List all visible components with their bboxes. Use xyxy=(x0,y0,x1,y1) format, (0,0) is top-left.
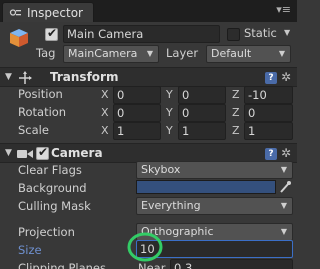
transform-icon xyxy=(19,71,32,84)
panel-menu-icon[interactable]: ▾≡ xyxy=(276,3,291,16)
layer-label: Layer xyxy=(166,46,199,60)
x-axis-label[interactable]: X xyxy=(101,88,109,101)
help-book-icon[interactable]: ? xyxy=(265,72,277,84)
tab-bar: Inspector ▾≡ xyxy=(0,0,297,22)
tag-dropdown[interactable]: MainCamera ▼ xyxy=(63,45,159,63)
y-axis-label[interactable]: Y xyxy=(166,124,173,137)
position-x-field[interactable]: 0 xyxy=(113,86,161,104)
z-axis-label[interactable]: Z xyxy=(232,124,240,137)
eyedropper-icon[interactable] xyxy=(278,180,292,194)
background-color-swatch[interactable] xyxy=(136,180,276,194)
static-checkbox[interactable] xyxy=(227,28,240,41)
transform-title: Transform xyxy=(50,70,119,84)
x-axis-label[interactable]: X xyxy=(101,124,109,137)
x-axis-label[interactable]: X xyxy=(101,106,109,119)
scale-y-field[interactable]: 1 xyxy=(178,122,226,140)
y-axis-label[interactable]: Y xyxy=(166,88,173,101)
chevron-down-icon: ▼ xyxy=(278,49,285,58)
z-axis-label[interactable]: Z xyxy=(232,106,240,119)
inspector-icon xyxy=(9,9,21,16)
tag-value: MainCamera xyxy=(68,47,138,60)
foldout-arrow-icon[interactable]: ▼ xyxy=(5,148,12,158)
near-label: Near xyxy=(138,261,166,269)
position-label: Position xyxy=(18,87,63,101)
tab-title: Inspector xyxy=(27,6,83,20)
size-label: Size xyxy=(18,243,42,257)
culling-mask-label: Culling Mask xyxy=(18,199,91,213)
z-axis-label[interactable]: Z xyxy=(232,88,240,101)
rotation-z-field[interactable]: 0 xyxy=(244,104,293,122)
projection-label: Projection xyxy=(18,225,75,239)
tab-inspector[interactable]: Inspector xyxy=(2,2,94,22)
chevron-down-icon: ▼ xyxy=(280,165,287,174)
camera-title: Camera xyxy=(51,146,103,160)
clipping-planes-label: Clipping Planes xyxy=(18,261,106,269)
chevron-down-icon: ▼ xyxy=(280,227,287,236)
camera-header[interactable]: ▼ Camera ? ✲ xyxy=(0,143,297,163)
culling-mask-value: Everything xyxy=(141,199,201,212)
clear-flags-label: Clear Flags xyxy=(18,163,82,177)
object-name-field[interactable]: Main Camera xyxy=(63,25,220,43)
transform-row-position: Position X 0 Y 0 Z -10 xyxy=(0,86,297,104)
foldout-arrow-icon[interactable]: ▼ xyxy=(5,72,12,82)
clear-flags-value: Skybox xyxy=(141,163,181,176)
rotation-y-field[interactable]: 0 xyxy=(178,104,226,122)
scale-label: Scale xyxy=(18,123,49,137)
gameobject-cube-icon xyxy=(8,27,30,49)
transform-header[interactable]: ▼ Transform ? ✲ xyxy=(0,67,297,87)
gear-icon[interactable]: ✲ xyxy=(281,146,291,160)
gear-icon[interactable]: ✲ xyxy=(281,70,291,84)
help-book-icon[interactable]: ? xyxy=(265,148,277,160)
background-label: Background xyxy=(18,181,87,195)
position-z-field[interactable]: -10 xyxy=(244,86,293,104)
rotation-x-field[interactable]: 0 xyxy=(113,104,161,122)
clear-flags-dropdown[interactable]: Skybox ▼ xyxy=(136,161,293,179)
camera-icon xyxy=(17,150,33,158)
tag-label: Tag xyxy=(36,46,56,60)
camera-enabled-checkbox[interactable] xyxy=(36,145,49,160)
position-y-field[interactable]: 0 xyxy=(178,86,226,104)
layer-dropdown[interactable]: Default ▼ xyxy=(206,45,291,63)
rotation-label: Rotation xyxy=(18,105,67,119)
scale-z-field[interactable]: 1 xyxy=(244,122,293,140)
static-label: Static xyxy=(244,26,277,40)
near-field[interactable]: 0.3 xyxy=(170,259,293,269)
layer-value: Default xyxy=(211,47,252,60)
scale-x-field[interactable]: 1 xyxy=(113,122,161,140)
static-dropdown-icon[interactable]: ▼ xyxy=(284,28,290,37)
y-axis-label[interactable]: Y xyxy=(166,106,173,119)
active-toggle[interactable] xyxy=(45,26,58,41)
chevron-down-icon: ▼ xyxy=(280,201,287,210)
highlight-circle xyxy=(127,232,163,262)
culling-mask-dropdown[interactable]: Everything ▼ xyxy=(136,197,293,215)
transform-row-scale: Scale X 1 Y 1 Z 1 xyxy=(0,122,297,140)
transform-row-rotation: Rotation X 0 Y 0 Z 0 xyxy=(0,104,297,122)
chevron-down-icon: ▼ xyxy=(146,49,153,58)
